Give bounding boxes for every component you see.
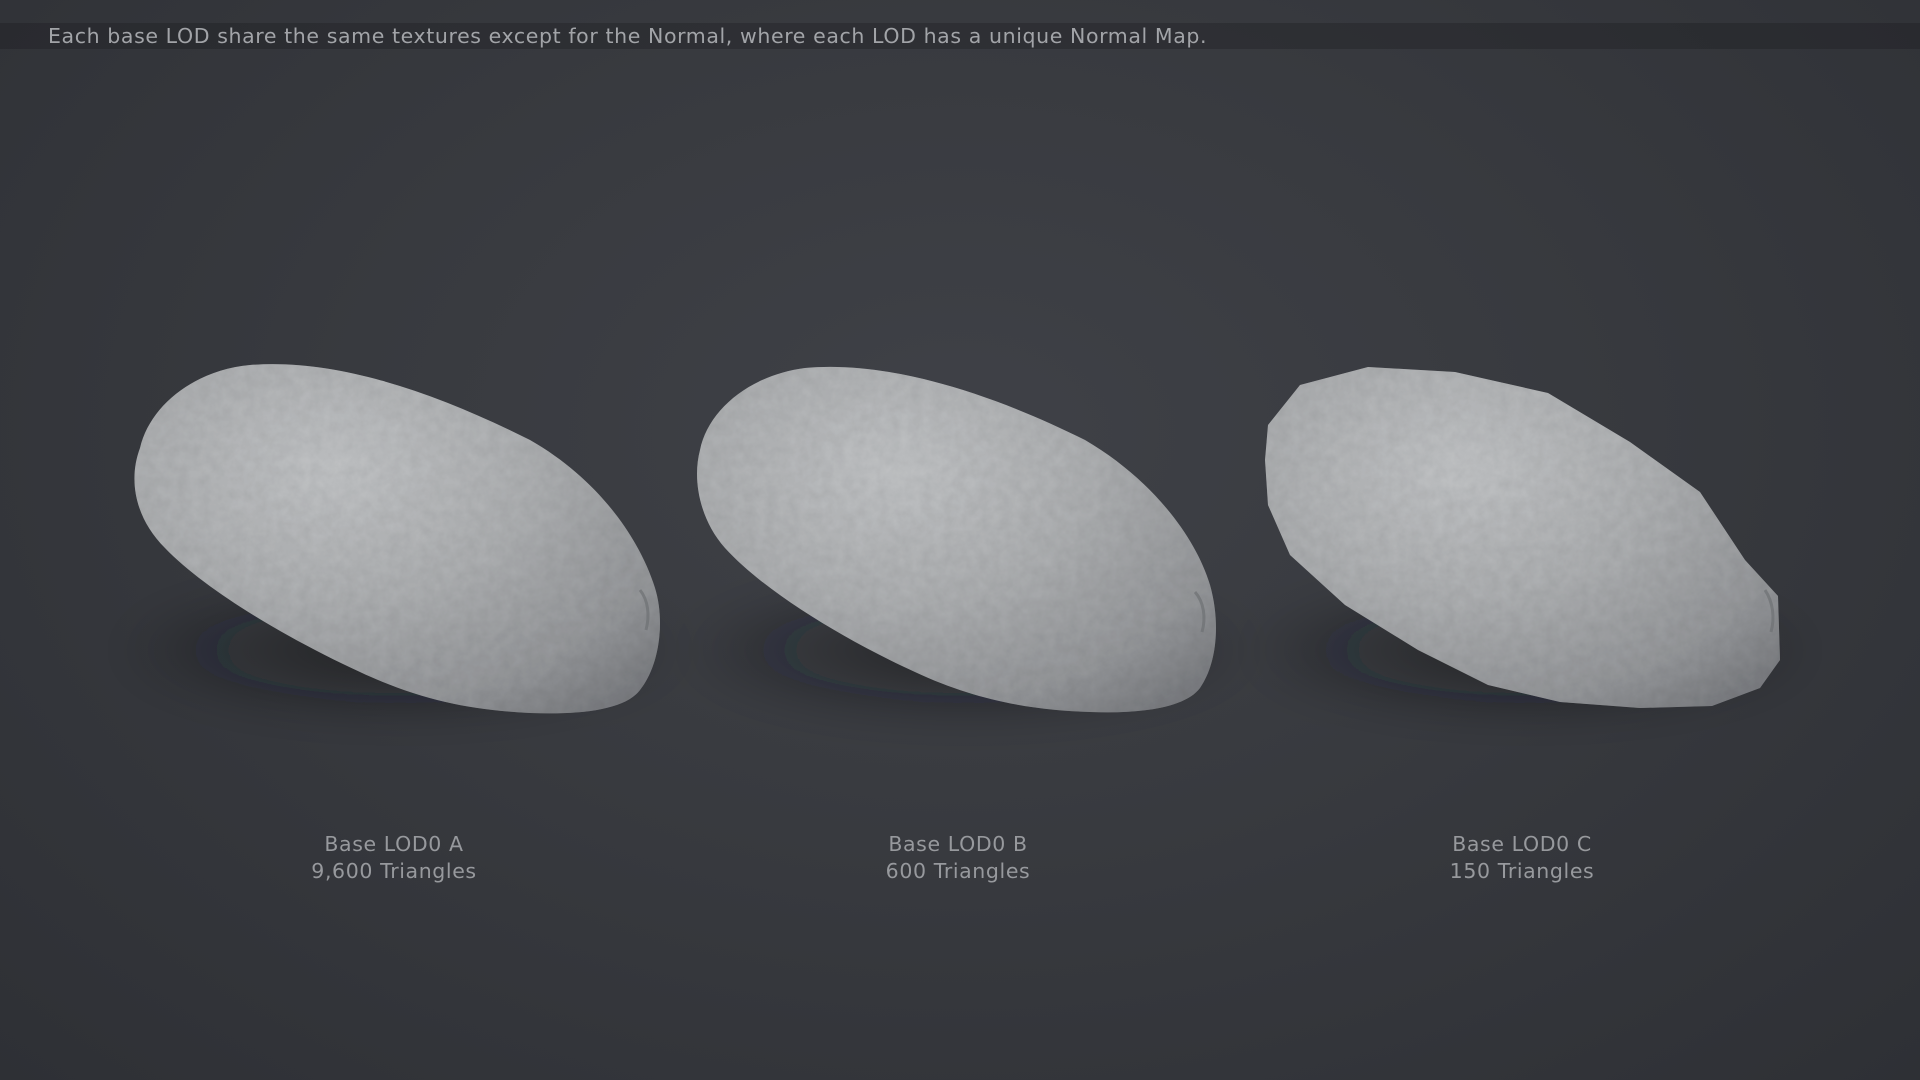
model-name: Base LOD0 C [1452,832,1592,856]
model-name: Base LOD0 A [324,832,464,856]
model-caption-b: Base LOD0 B 600 Triangles [758,831,1158,885]
triangle-count: 600 Triangles [885,859,1031,883]
model-name: Base LOD0 B [888,832,1028,856]
model-render-stage [110,364,1820,720]
triangle-count: 150 Triangles [1449,859,1595,883]
model-caption-c: Base LOD0 C 150 Triangles [1322,831,1722,885]
model-lod0-c [1240,367,1820,720]
triangle-count: 9,600 Triangles [311,859,477,883]
model-lod0-b [678,366,1258,720]
model-caption-a: Base LOD0 A 9,600 Triangles [194,831,594,885]
model-lod0-a [110,364,690,720]
